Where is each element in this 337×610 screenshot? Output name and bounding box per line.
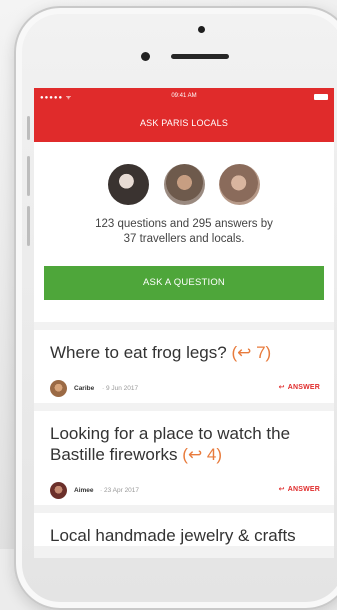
answer-label: ANSWER bbox=[287, 384, 320, 391]
question-text-line-1: Looking for a place to watch the bbox=[50, 424, 291, 443]
status-bar: ●●●●● ᯤ 09:41 AM bbox=[40, 93, 328, 103]
question-title[interactable]: Local handmade jewelry & crafts bbox=[34, 513, 334, 546]
status-time: 09:41 AM bbox=[171, 93, 197, 99]
question-meta: Caribe · 9 Jun 2017 ↩ ANSWER bbox=[34, 375, 334, 403]
question-title[interactable]: Where to eat frog legs? (↩ 7) bbox=[34, 330, 334, 363]
earpiece-speaker bbox=[171, 54, 229, 59]
avatar[interactable] bbox=[163, 164, 205, 205]
avatar[interactable] bbox=[50, 482, 67, 499]
camera-icon bbox=[198, 26, 205, 33]
question-text: Local handmade jewelry & crafts bbox=[50, 526, 296, 545]
question-meta: Aimee · 23 Apr 2017 ↩ ANSWER bbox=[34, 477, 334, 505]
answer-count: (↩ 7) bbox=[231, 343, 272, 362]
question-card[interactable]: Local handmade jewelry & crafts bbox=[34, 513, 334, 546]
user-name[interactable]: Aimee bbox=[74, 487, 94, 494]
avatar[interactable] bbox=[108, 164, 150, 205]
answer-count: (↩ 4) bbox=[182, 445, 223, 464]
question-card[interactable]: Where to eat frog legs? (↩ 7) Caribe · 9… bbox=[34, 330, 334, 403]
summary-line-2: 37 travellers and locals. bbox=[123, 233, 245, 245]
app-header: ●●●●● ᯤ 09:41 AM ASK PARIS LOCALS bbox=[34, 88, 334, 142]
page-title: ASK PARIS LOCALS bbox=[139, 118, 229, 128]
avatar-group bbox=[34, 164, 334, 205]
question-title[interactable]: Looking for a place to watch the Bastill… bbox=[34, 411, 334, 465]
post-date: · 23 Apr 2017 bbox=[100, 487, 140, 494]
answer-label: ANSWER bbox=[287, 486, 320, 493]
summary-text: 123 questions and 295 answers by 37 trav… bbox=[50, 217, 318, 247]
sensor-dot bbox=[141, 52, 150, 61]
community-summary: 123 questions and 295 answers by 37 trav… bbox=[34, 142, 334, 322]
volume-down-button bbox=[27, 206, 30, 246]
answer-button[interactable]: ↩ ANSWER bbox=[279, 383, 320, 391]
mute-switch bbox=[27, 116, 30, 140]
ask-question-button[interactable]: ASK A QUESTION bbox=[44, 266, 324, 300]
reply-arrow-icon: ↩ bbox=[278, 486, 285, 493]
battery-icon bbox=[314, 94, 328, 100]
avatar[interactable] bbox=[50, 380, 67, 397]
question-text: Where to eat frog legs? bbox=[50, 343, 227, 362]
reply-arrow-icon: ↩ bbox=[278, 384, 285, 391]
volume-up-button bbox=[27, 156, 30, 196]
question-card[interactable]: Looking for a place to watch the Bastill… bbox=[34, 411, 334, 505]
summary-line-1: 123 questions and 295 answers by bbox=[95, 218, 273, 230]
user-name[interactable]: Caribe bbox=[74, 385, 94, 392]
post-date: · 9 Jun 2017 bbox=[102, 385, 139, 392]
avatar[interactable] bbox=[218, 164, 260, 205]
question-text-line-2: Bastille fireworks bbox=[50, 445, 178, 464]
app-screen: ●●●●● ᯤ 09:41 AM ASK PARIS LOCALS 123 qu… bbox=[34, 88, 334, 558]
answer-button[interactable]: ↩ ANSWER bbox=[279, 485, 320, 493]
